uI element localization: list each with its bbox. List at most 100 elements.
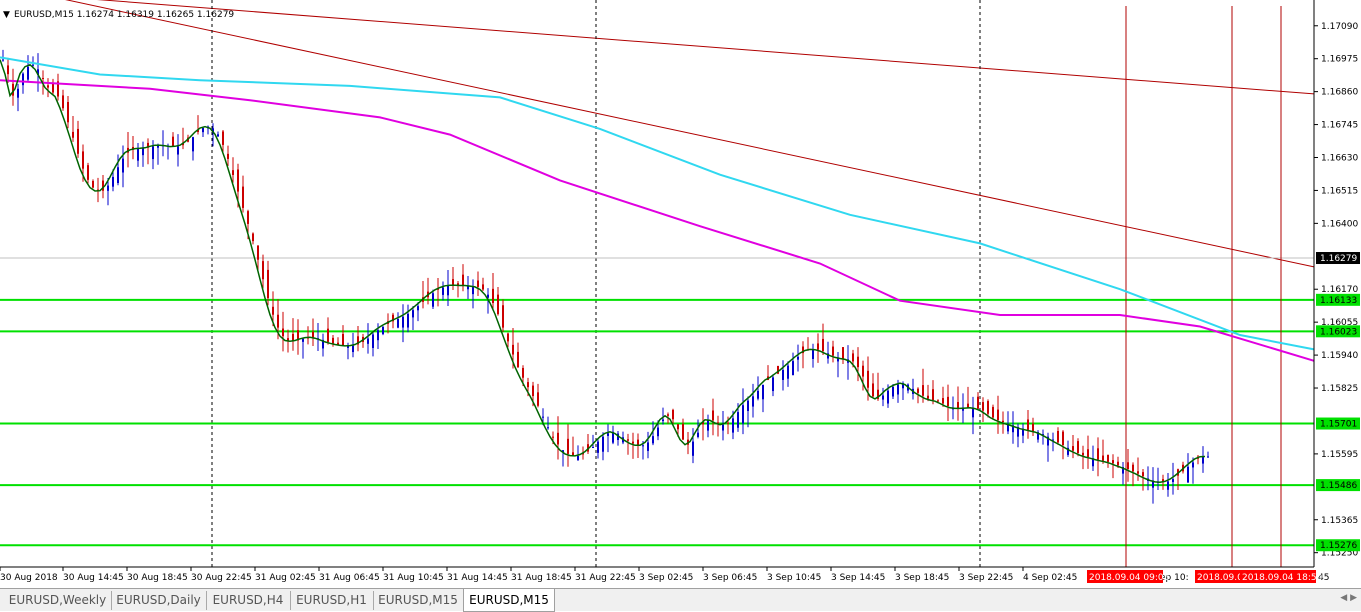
- candle-body: [832, 346, 834, 356]
- candle-body: [447, 285, 449, 296]
- candle-body: [852, 353, 854, 362]
- candle-body: [742, 405, 744, 424]
- candle-body: [67, 101, 69, 123]
- price-tick-label: 1.16515: [1321, 186, 1358, 196]
- tab-2[interactable]: EURUSD,H4: [206, 591, 291, 610]
- price-tick-label: 1.16860: [1321, 88, 1358, 98]
- candle-body: [482, 284, 484, 290]
- candle-body: [402, 316, 404, 328]
- time-tick-label: 30 Aug 22:45: [191, 573, 252, 583]
- candle-body: [512, 344, 514, 355]
- candle-body: [522, 367, 524, 378]
- time-marker-label: 2018.09.04 09:05: [1089, 573, 1169, 583]
- candle-body: [667, 414, 669, 416]
- candle-body: [932, 389, 934, 401]
- candle-body: [1132, 464, 1134, 472]
- tab-4[interactable]: EURUSD,M15: [373, 591, 464, 610]
- candle-body: [722, 424, 724, 431]
- candle-body: [697, 432, 699, 437]
- candle-body: [1187, 466, 1189, 483]
- candle-body: [1032, 423, 1034, 431]
- candle-body: [452, 279, 454, 286]
- candle-body: [812, 349, 814, 359]
- candle-body: [1002, 420, 1004, 423]
- time-marker-label: 2018.09.04 18:50: [1242, 573, 1323, 583]
- candle-body: [82, 151, 84, 169]
- candle-body: [542, 416, 544, 418]
- candle-body: [412, 310, 414, 318]
- price-tick-label: 1.16975: [1321, 55, 1358, 65]
- candle-body: [1117, 461, 1119, 466]
- candle-body: [407, 313, 409, 328]
- candle-body: [712, 410, 714, 421]
- candle-body: [927, 395, 929, 399]
- candle-body: [62, 95, 64, 109]
- candle-body: [987, 401, 989, 414]
- candle-body: [27, 66, 29, 80]
- candle-body: [432, 293, 434, 307]
- candle-body: [682, 424, 684, 440]
- price-chart[interactable]: 1.17090 1.16975 1.16860 1.16745 1.16630 1.165…: [0, 0, 1361, 588]
- chart-menu-icon[interactable]: ▼: [3, 10, 10, 20]
- candle-body: [527, 382, 529, 388]
- candle-body: [42, 77, 44, 79]
- level-price-label: 1.16133: [1320, 296, 1357, 306]
- candle-body: [532, 385, 534, 397]
- candle-body: [372, 334, 374, 348]
- candle-body: [267, 269, 269, 299]
- candle-body: [782, 369, 784, 380]
- price-tick-label: 1.15595: [1321, 450, 1358, 460]
- candle-body: [732, 418, 734, 433]
- candle-body: [1082, 452, 1084, 456]
- candle-body: [502, 305, 504, 328]
- candle-body: [752, 396, 754, 407]
- candle-body: [897, 384, 899, 395]
- candle-body: [462, 274, 464, 286]
- candle-body: [632, 441, 634, 444]
- candle-body: [1167, 481, 1169, 490]
- candle-body: [1112, 460, 1114, 464]
- time-tick-label: 3 Sep 18:45: [895, 573, 949, 583]
- time-tick-label: 31 Aug 22:45: [575, 573, 636, 583]
- candle-body: [592, 447, 594, 449]
- tab-0[interactable]: EURUSD,Weekly: [4, 591, 112, 610]
- candle-body: [32, 64, 34, 66]
- candle-body: [792, 361, 794, 376]
- candle-body: [627, 439, 629, 441]
- tab-3[interactable]: EURUSD,H1: [290, 591, 374, 610]
- candle-body: [1087, 449, 1089, 458]
- candle-body: [842, 347, 844, 359]
- candle-body: [557, 432, 559, 445]
- candle-body: [342, 333, 344, 346]
- candle-body: [947, 396, 949, 407]
- candle-body: [497, 294, 499, 315]
- tab-scroll-arrows-icon[interactable]: ◀ ▶: [1340, 593, 1357, 603]
- candle-body: [747, 400, 749, 411]
- candle-body: [887, 390, 889, 404]
- candle-body: [217, 134, 219, 137]
- chart-background: [0, 0, 1361, 588]
- candle-body: [252, 233, 254, 242]
- candle-body: [707, 419, 709, 431]
- tab-1[interactable]: EURUSD,Daily: [111, 591, 207, 610]
- price-tick-label: 1.15365: [1321, 516, 1358, 526]
- candle-body: [662, 419, 664, 422]
- time-tick-label: 3 Sep 10:45: [767, 573, 821, 583]
- tab-5[interactable]: EURUSD,M15: [463, 589, 555, 612]
- candle-body: [1102, 455, 1104, 461]
- candle-body: [47, 85, 49, 88]
- candle-body: [277, 314, 279, 328]
- candle-body: [1202, 456, 1204, 464]
- candle-body: [937, 400, 939, 402]
- level-price-label: 1.15701: [1320, 420, 1357, 430]
- candle-body: [382, 326, 384, 335]
- candle-body: [417, 306, 419, 311]
- candle-body: [1207, 456, 1209, 458]
- candle-body: [517, 351, 519, 368]
- candle-body: [122, 158, 124, 173]
- candle-body: [1057, 431, 1059, 443]
- candle-body: [257, 245, 259, 260]
- candle-body: [547, 427, 549, 429]
- candle-body: [1127, 462, 1129, 470]
- candle-body: [72, 131, 74, 138]
